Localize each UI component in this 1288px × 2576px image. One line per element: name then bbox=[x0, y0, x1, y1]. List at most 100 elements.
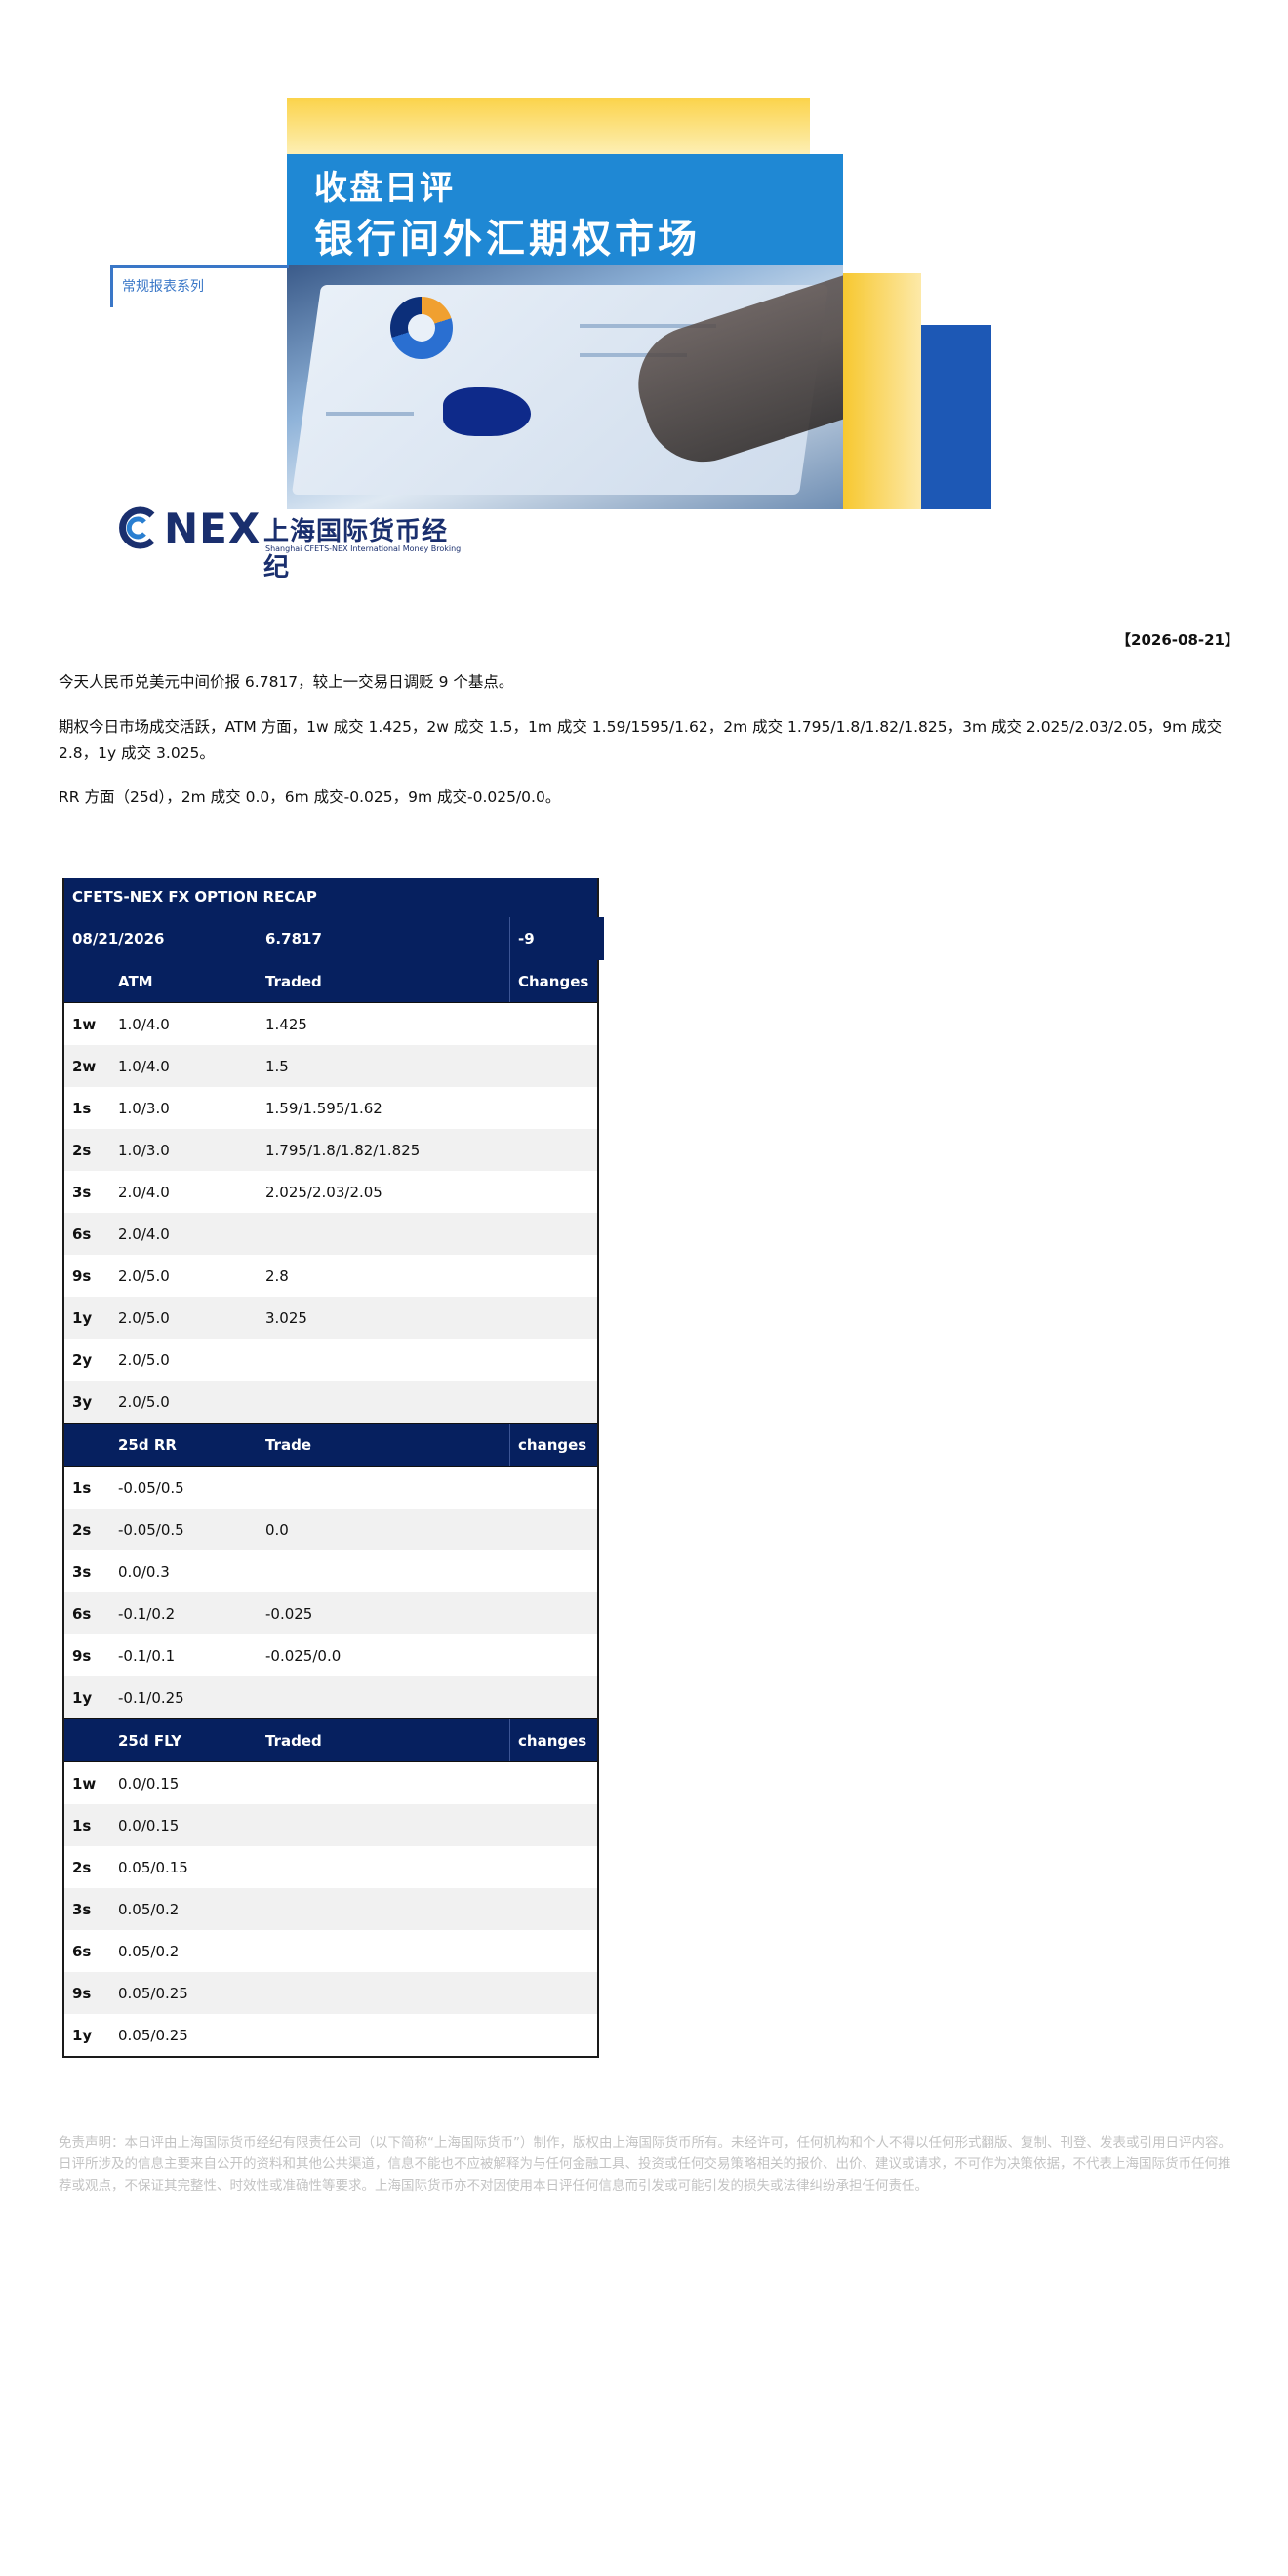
logo-nex-text: NEX bbox=[164, 504, 262, 552]
quote-cell: 1.0/3.0 bbox=[118, 1142, 170, 1159]
table-row: 2s -0.05/0.5 0.0 bbox=[64, 1509, 597, 1550]
quote-cell: 1.0/4.0 bbox=[118, 1016, 170, 1033]
report-banner: 常规报表系列 收盘日评 银行间外汇期权市场 NEX 上海国际货币经纪 Shang… bbox=[0, 0, 1288, 585]
quote-cell: 0.05/0.2 bbox=[118, 1901, 180, 1918]
table-row: 2y 2.0/5.0 bbox=[64, 1339, 597, 1381]
quote-cell: 2.0/5.0 bbox=[118, 1309, 170, 1327]
table-row: 3s 0.0/0.3 bbox=[64, 1550, 597, 1592]
quote-cell: 0.0/0.15 bbox=[118, 1775, 180, 1792]
table-row: 3s 0.05/0.2 bbox=[64, 1888, 597, 1930]
series-label: 常规报表系列 bbox=[122, 279, 204, 295]
quote-cell: 2.0/4.0 bbox=[118, 1184, 170, 1201]
quote-cell: 0.05/0.2 bbox=[118, 1943, 180, 1960]
nex-logo: NEX 上海国际货币经纪 Shanghai CFETS-NEX Internat… bbox=[115, 502, 466, 583]
quote-cell: 0.0/0.15 bbox=[118, 1817, 180, 1834]
tenor-cell: 6s bbox=[72, 1943, 92, 1960]
traded-cell: 1.5 bbox=[265, 1058, 289, 1075]
header-divider bbox=[509, 1719, 510, 1761]
donut-chart-graphic bbox=[390, 297, 453, 359]
table-row: 1y -0.1/0.25 bbox=[64, 1676, 597, 1718]
table-row: 1w 1.0/4.0 1.425 bbox=[64, 1002, 597, 1045]
tenor-cell: 6s bbox=[72, 1605, 92, 1623]
tenor-cell: 9s bbox=[72, 1985, 92, 2002]
quote-cell: 0.05/0.25 bbox=[118, 1985, 188, 2002]
quote-cell: 1.0/4.0 bbox=[118, 1058, 170, 1075]
table-row: 2s 1.0/3.0 1.795/1.8/1.82/1.825 bbox=[64, 1129, 597, 1171]
column-header: changes bbox=[518, 1732, 587, 1750]
column-header: Traded bbox=[265, 973, 322, 990]
banner-title-line2: 银行间外汇期权市场 bbox=[314, 217, 701, 262]
quote-cell: 0.05/0.15 bbox=[118, 1859, 188, 1876]
logo-company-en: Shanghai CFETS-NEX International Money B… bbox=[265, 544, 462, 553]
traded-cell: -0.025/0.0 bbox=[265, 1647, 342, 1665]
traded-cell: -0.025 bbox=[265, 1605, 313, 1623]
table-row: 1s 1.0/3.0 1.59/1.595/1.62 bbox=[64, 1087, 597, 1129]
tenor-cell: 1y bbox=[72, 2027, 93, 2044]
table-body: ATM Traded Changes 1w 1.0/4.0 1.425 2w 1.0/4.0 1… bbox=[64, 960, 597, 2056]
table-section-header: 25d RR Trade changes bbox=[64, 1423, 597, 1466]
table-info-row: 08/21/2026 6.7817 -9 bbox=[64, 917, 604, 960]
table-row: 6s 0.05/0.2 bbox=[64, 1930, 597, 1972]
tenor-cell: 1y bbox=[72, 1309, 93, 1327]
fx-option-recap-table: CFETS-NEX FX OPTION RECAP 08/21/2026 6.7… bbox=[62, 878, 604, 2058]
table-row: 9s -0.1/0.1 -0.025/0.0 bbox=[64, 1634, 597, 1676]
table-row: 9s 2.0/5.0 2.8 bbox=[64, 1255, 597, 1297]
tenor-cell: 2s bbox=[72, 1521, 92, 1539]
tenor-cell: 9s bbox=[72, 1268, 92, 1285]
traded-cell: 1.59/1.595/1.62 bbox=[265, 1100, 382, 1117]
column-header: ATM bbox=[118, 973, 153, 990]
banner-yellow-accent bbox=[843, 273, 921, 509]
table-section-header: ATM Traded Changes bbox=[64, 960, 597, 1002]
table-row: 9s 0.05/0.25 bbox=[64, 1972, 597, 2014]
screen-line bbox=[326, 412, 414, 416]
tablet-photo bbox=[287, 265, 843, 509]
tenor-cell: 1y bbox=[72, 1689, 93, 1707]
tenor-cell: 3s bbox=[72, 1184, 92, 1201]
banner-yellow-band bbox=[287, 98, 810, 156]
table-title-row: CFETS-NEX FX OPTION RECAP bbox=[64, 878, 597, 917]
quote-cell: 1.0/3.0 bbox=[118, 1100, 170, 1117]
quote-cell: 0.0/0.3 bbox=[118, 1563, 170, 1581]
summary-paragraph-fixing: 今天人民币兑美元中间价报 6.7817，较上一交易日调贬 9 个基点。 bbox=[59, 673, 514, 691]
table-row: 3s 2.0/4.0 2.025/2.03/2.05 bbox=[64, 1171, 597, 1213]
header-divider bbox=[509, 1424, 510, 1466]
tenor-cell: 2s bbox=[72, 1142, 92, 1159]
traded-cell: 1.795/1.8/1.82/1.825 bbox=[265, 1142, 421, 1159]
summary-paragraph-atm: 期权今日市场成交活跃，ATM 方面，1w 成交 1.425，2w 成交 1.5，… bbox=[59, 718, 1223, 762]
table-row: 3y 2.0/5.0 bbox=[64, 1381, 597, 1423]
tenor-cell: 1w bbox=[72, 1016, 97, 1033]
report-date: 【2026-08-21】 bbox=[1116, 631, 1239, 649]
table-row: 1s 0.0/0.15 bbox=[64, 1804, 597, 1846]
table-row: 2w 1.0/4.0 1.5 bbox=[64, 1045, 597, 1087]
quote-cell: 2.0/5.0 bbox=[118, 1351, 170, 1369]
disclaimer: 免责声明：本日评由上海国际货币经纪有限责任公司（以下简称“上海国际货币”）制作，… bbox=[59, 2135, 1231, 2194]
tenor-cell: 1s bbox=[72, 1479, 92, 1497]
traded-cell: 2.8 bbox=[265, 1268, 289, 1285]
quote-cell: -0.1/0.1 bbox=[118, 1647, 176, 1665]
banner-title-line1: 收盘日评 bbox=[314, 169, 455, 208]
map-graphic bbox=[443, 387, 531, 436]
tenor-cell: 2s bbox=[72, 1859, 92, 1876]
tenor-cell: 3s bbox=[72, 1563, 92, 1581]
table-row: 6s 2.0/4.0 bbox=[64, 1213, 597, 1255]
table-fixing-change: -9 bbox=[518, 930, 535, 947]
tenor-cell: 6s bbox=[72, 1226, 92, 1243]
column-header: Trade bbox=[265, 1436, 312, 1454]
table-row: 1s -0.05/0.5 bbox=[64, 1466, 597, 1509]
column-header: 25d RR bbox=[118, 1436, 177, 1454]
banner-blue-block bbox=[921, 325, 991, 509]
summary-paragraph-rr: RR 方面（25d），2m 成交 0.0，6m 成交-0.025，9m 成交-0… bbox=[59, 788, 561, 806]
quote-cell: 2.0/5.0 bbox=[118, 1268, 170, 1285]
tenor-cell: 2y bbox=[72, 1351, 93, 1369]
traded-cell: 2.025/2.03/2.05 bbox=[265, 1184, 382, 1201]
traded-cell: 1.425 bbox=[265, 1016, 307, 1033]
tenor-cell: 1s bbox=[72, 1100, 92, 1117]
table-row: 1y 0.05/0.25 bbox=[64, 2014, 597, 2056]
column-header: Traded bbox=[265, 1732, 322, 1750]
column-header: 25d FLY bbox=[118, 1732, 182, 1750]
tenor-cell: 2w bbox=[72, 1058, 97, 1075]
quote-cell: -0.1/0.25 bbox=[118, 1689, 184, 1707]
table-row: 1w 0.0/0.15 bbox=[64, 1761, 597, 1804]
table-row: 2s 0.05/0.15 bbox=[64, 1846, 597, 1888]
quote-cell: -0.1/0.2 bbox=[118, 1605, 176, 1623]
